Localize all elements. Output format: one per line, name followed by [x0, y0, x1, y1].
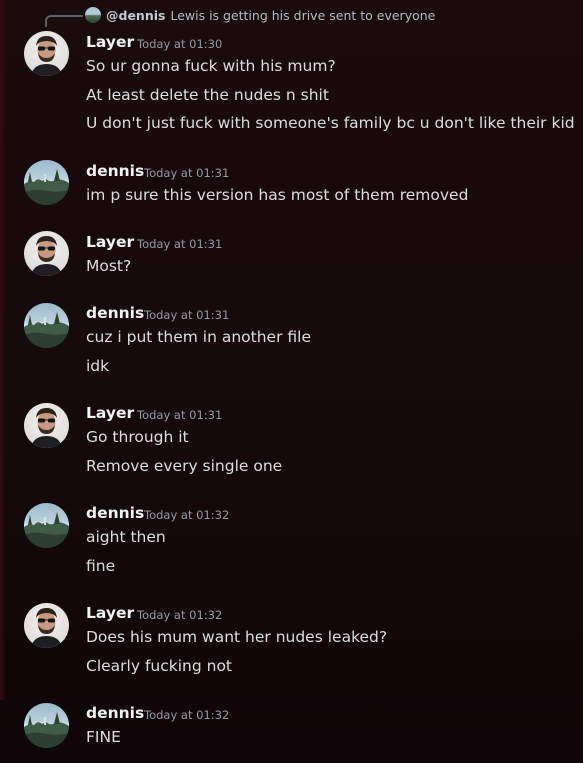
user-avatar[interactable] — [24, 503, 69, 548]
user-avatar[interactable] — [24, 160, 69, 205]
message-author[interactable]: dennis — [86, 504, 144, 522]
message-author[interactable]: Layer — [86, 604, 134, 622]
message-timestamp[interactable]: Today at 01:31 — [144, 166, 229, 180]
message-line: aight then — [86, 528, 166, 546]
message-timestamp[interactable]: Today at 01:32 — [137, 608, 222, 622]
user-avatar[interactable] — [24, 403, 69, 448]
reply-avatar-icon — [85, 7, 101, 23]
message-timestamp[interactable]: Today at 01:30 — [137, 37, 222, 51]
message-line: FINE — [86, 728, 121, 746]
message-line: fine — [86, 557, 116, 575]
message-line: Clearly fucking not — [86, 657, 233, 675]
message-line: idk — [86, 357, 110, 375]
dennis-avatar-icon — [24, 312, 69, 348]
reply-author[interactable]: @dennis — [106, 8, 165, 23]
message-timestamp[interactable]: Today at 01:31 — [144, 308, 229, 322]
user-avatar[interactable] — [24, 703, 69, 748]
dennis-avatar-icon — [24, 512, 69, 548]
message-line: U don't just fuck with someone's family … — [86, 114, 575, 132]
message-line: Go through it — [86, 428, 189, 446]
message-line: cuz i put them in another file — [86, 328, 311, 346]
message-timestamp[interactable]: Today at 01:31 — [137, 408, 222, 422]
dennis-avatar-icon — [24, 712, 69, 748]
user-avatar[interactable] — [24, 603, 69, 648]
message-line: So ur gonna fuck with his mum? — [86, 57, 336, 75]
layer-avatar-icon — [31, 408, 62, 448]
message-timestamp[interactable]: Today at 01:31 — [137, 237, 222, 251]
reply-text[interactable]: Lewis is getting his drive sent to every… — [170, 8, 435, 23]
message-author[interactable]: Layer — [86, 233, 134, 251]
message-line: Does his mum want her nudes leaked? — [86, 628, 388, 646]
message-author[interactable]: Layer — [86, 33, 134, 51]
chat-messages: @dennis Lewis is getting his drive sent … — [0, 0, 583, 763]
dennis-avatar-icon — [24, 169, 69, 205]
message-line: Most? — [86, 257, 132, 275]
reply-reference[interactable]: @dennis Lewis is getting his drive sent … — [85, 7, 435, 23]
message-author[interactable]: dennis — [86, 704, 144, 722]
user-avatar[interactable] — [24, 231, 69, 276]
message-timestamp[interactable]: Today at 01:32 — [144, 508, 229, 522]
message-line: At least delete the nudes n shit — [86, 86, 329, 104]
message-line: Remove every single one — [86, 457, 283, 475]
user-avatar[interactable] — [24, 303, 69, 348]
message-line: im p sure this version has most of them … — [86, 186, 469, 204]
user-avatar[interactable] — [24, 31, 69, 76]
message-author[interactable]: dennis — [86, 304, 144, 322]
layer-avatar-icon — [31, 36, 62, 76]
message-author[interactable]: Layer — [86, 404, 134, 422]
reply-connector — [45, 15, 83, 27]
layer-avatar-icon — [31, 236, 62, 276]
message-author[interactable]: dennis — [86, 162, 144, 180]
message-timestamp[interactable]: Today at 01:32 — [144, 708, 229, 722]
layer-avatar-icon — [31, 608, 62, 648]
